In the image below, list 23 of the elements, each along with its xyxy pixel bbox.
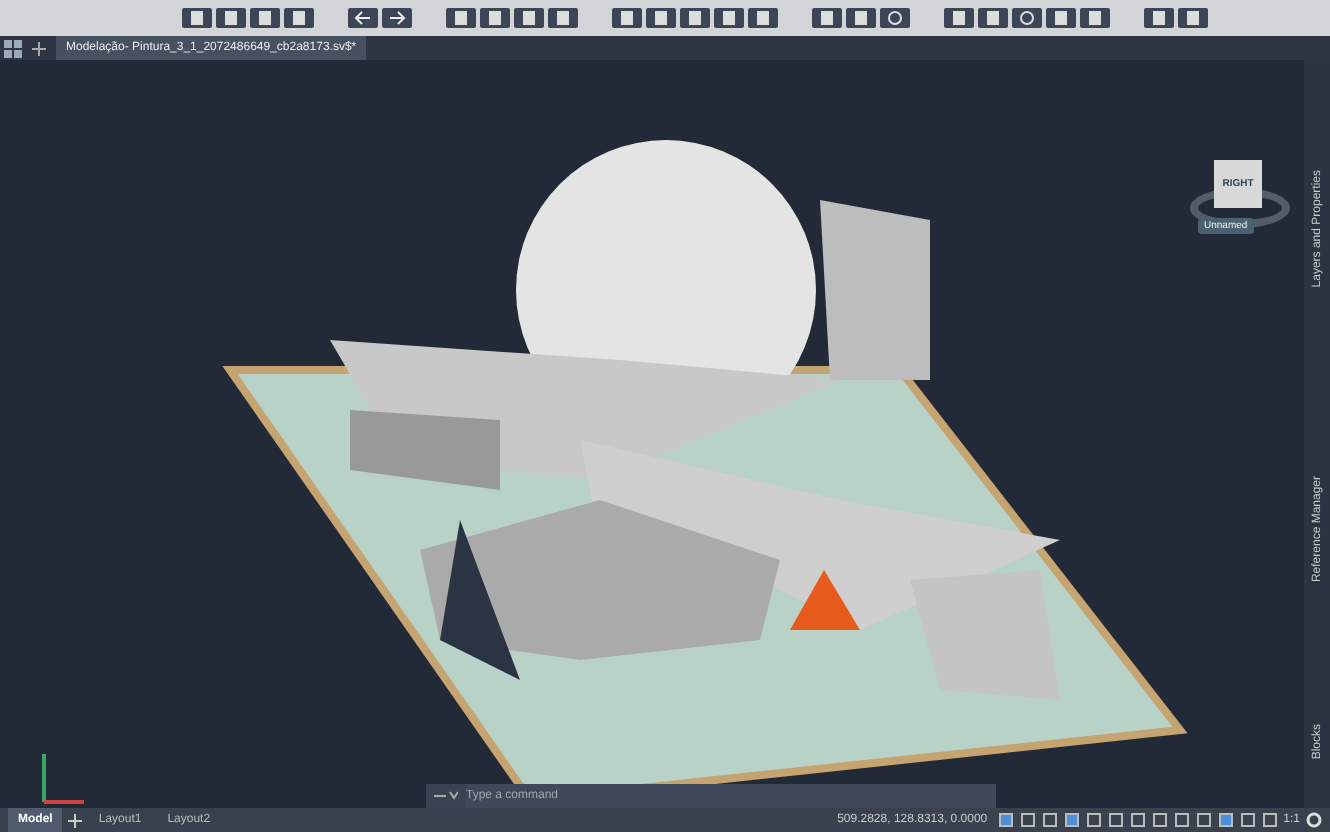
page-button[interactable] bbox=[646, 8, 676, 28]
redo-icon bbox=[388, 10, 406, 26]
page-button[interactable] bbox=[612, 8, 642, 28]
page-button[interactable] bbox=[978, 8, 1008, 28]
page-button[interactable] bbox=[1178, 8, 1208, 28]
page-button[interactable] bbox=[680, 8, 710, 28]
redo-button[interactable] bbox=[382, 8, 412, 28]
page-button[interactable] bbox=[714, 8, 744, 28]
grid-menu-icon[interactable] bbox=[4, 39, 22, 57]
undo-button[interactable] bbox=[348, 8, 378, 28]
page-button[interactable] bbox=[514, 8, 544, 28]
page-button[interactable] bbox=[1080, 8, 1110, 28]
page-button[interactable] bbox=[944, 8, 974, 28]
page-icon bbox=[188, 10, 206, 26]
page-icon bbox=[520, 10, 538, 26]
plus-icon[interactable] bbox=[32, 41, 46, 55]
page-button[interactable] bbox=[182, 8, 212, 28]
undo-icon bbox=[354, 10, 372, 26]
page-button[interactable] bbox=[1144, 8, 1174, 28]
page-icon bbox=[1086, 10, 1104, 26]
plus-icon[interactable] bbox=[68, 813, 83, 827]
page-button[interactable] bbox=[748, 8, 778, 28]
command-prompt-icon bbox=[434, 790, 458, 802]
